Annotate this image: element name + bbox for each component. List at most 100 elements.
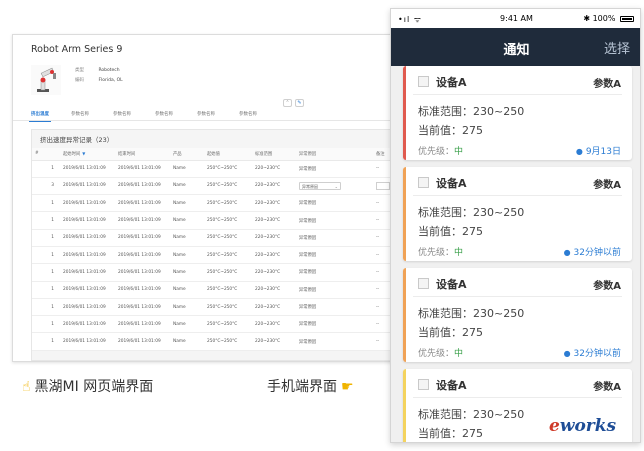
battery-percent: 100% bbox=[592, 14, 616, 23]
tab-param-2[interactable]: 参数名称 bbox=[113, 111, 131, 117]
cell-index: 1 bbox=[32, 246, 60, 265]
tab-param-5[interactable]: 参数名称 bbox=[239, 111, 257, 117]
notification-time: ● 32分钟以前 bbox=[564, 346, 621, 359]
dot-icon: ● bbox=[563, 248, 571, 257]
caption-mobile: 手机端界面 ☛ bbox=[267, 376, 354, 396]
cell-index: 3 bbox=[32, 177, 60, 196]
collapse-chevron-icon[interactable]: ⌃ bbox=[283, 99, 292, 107]
current-value: 当前值：275 bbox=[418, 427, 483, 440]
cell-end-time: 2019/6/01 13:01:09 bbox=[115, 246, 170, 265]
cell-index: 1 bbox=[32, 315, 60, 334]
tab-param-1[interactable]: 参数名称 bbox=[71, 111, 89, 117]
select-checkbox[interactable] bbox=[418, 278, 429, 289]
records-panel: 挤出速度异常记录（23） # 起始时间 ▼ 结束时间 产品 起始值 标准范围 异常… bbox=[31, 129, 394, 361]
cell-initial-value: 250°C~250°C bbox=[204, 315, 252, 334]
pin-icon[interactable]: ✎ bbox=[295, 99, 304, 107]
divider bbox=[413, 296, 622, 297]
cell-index: 1 bbox=[32, 332, 60, 351]
caption-web-text: 黑湖MI 网页端界面 bbox=[34, 379, 154, 395]
notification-card[interactable]: 设备A 参数A 标准范围：230~250 当前值：275 优先级：中 ● 9月13日 bbox=[403, 66, 632, 160]
table-row[interactable]: 1 2019/6/01 13:01:09 2019/6/01 13:01:09 Nam… bbox=[32, 246, 394, 265]
current-value: 当前值：275 bbox=[418, 124, 483, 137]
notification-time-text: 9月13日 bbox=[585, 147, 621, 157]
tab-extrusion-temp[interactable]: 挤出温度 bbox=[29, 111, 51, 122]
table-row[interactable]: 1 2019/6/01 13:01:09 2019/6/01 13:01:09 Nam… bbox=[32, 194, 394, 213]
cell-start-time: 2019/6/01 13:01:09 bbox=[60, 246, 115, 265]
select-button[interactable]: 选择 bbox=[604, 38, 630, 57]
cell-reason: 异常原因 ⌄ bbox=[296, 177, 373, 196]
cell-end-time: 2019/6/01 13:01:09 bbox=[115, 211, 170, 230]
cell-reason: 异常原因 bbox=[296, 263, 373, 282]
table-row[interactable]: 1 2019/6/01 13:01:09 2019/6/01 13:01:09 Nam… bbox=[32, 315, 394, 334]
cell-standard-range: 220~230°C bbox=[252, 194, 296, 213]
note-input[interactable] bbox=[376, 181, 390, 190]
cell-start-time: 2019/6/01 13:01:09 bbox=[60, 194, 115, 213]
cell-end-time: 2019/6/01 13:01:09 bbox=[115, 177, 170, 196]
priority: 优先级：中 bbox=[418, 245, 463, 258]
cell-start-time: 2019/6/01 13:01:09 bbox=[60, 160, 115, 178]
cell-product: Name bbox=[170, 194, 204, 213]
meta-code-label: 编码 bbox=[75, 78, 84, 83]
notification-card[interactable]: 设备A 参数A 标准范围：230~250 当前值：275 优先级：中 ● 32分钟以前 bbox=[403, 167, 632, 261]
cell-reason: 异常原因 bbox=[296, 332, 373, 351]
table-row[interactable]: 1 2019/6/01 13:01:09 2019/6/01 13:01:09 Nam… bbox=[32, 298, 394, 317]
cell-start-time: 2019/6/01 13:01:09 bbox=[60, 263, 115, 282]
tab-param-4[interactable]: 参数名称 bbox=[197, 111, 215, 117]
cell-start-time: 2019/6/01 13:01:09 bbox=[60, 332, 115, 351]
cell-reason: 异常原因 bbox=[296, 315, 373, 334]
cell-reason: 异常原因 bbox=[296, 281, 373, 299]
pointing-hand-right-icon: ☛ bbox=[341, 379, 354, 395]
divider bbox=[413, 397, 622, 398]
cell-initial-value: 250°C~250°C bbox=[204, 263, 252, 282]
cell-index: 1 bbox=[32, 160, 60, 178]
table-row[interactable]: 1 2019/6/01 13:01:09 2019/6/01 13:01:09 Nam… bbox=[32, 160, 394, 178]
priority-accent-bar bbox=[403, 369, 406, 442]
meta-code: 编码 Florida, OL bbox=[75, 77, 123, 83]
table-header-row: # 起始时间 ▼ 结束时间 产品 起始值 标准范围 异常原因 备注 bbox=[32, 148, 394, 161]
current-value: 当前值：275 bbox=[418, 225, 483, 238]
table-row[interactable]: 1 2019/6/01 13:01:09 2019/6/01 13:01:09 Nam… bbox=[32, 263, 394, 282]
select-checkbox[interactable] bbox=[418, 76, 429, 87]
cell-standard-range: 220~230°C bbox=[252, 211, 296, 230]
notification-card[interactable]: 设备A 参数A 标准范围：230~250 当前值：275 优先级：中 ● 32分钟以前 bbox=[403, 268, 632, 362]
cell-initial-value: 250°C~250°C bbox=[204, 332, 252, 351]
table-row[interactable]: 3 2019/6/01 13:01:09 2019/6/01 13:01:09 Nam… bbox=[32, 177, 394, 196]
cell-initial-value: 250°C~250°C bbox=[204, 177, 252, 196]
table-row[interactable]: 1 2019/6/01 13:01:09 2019/6/01 13:01:09 Nam… bbox=[32, 281, 394, 299]
canvas: Robot Arm Series 9 类型 Robotech 编码 Florid… bbox=[0, 0, 644, 451]
cell-reason: 异常原因 bbox=[296, 246, 373, 265]
page-title: Robot Arm Series 9 bbox=[31, 44, 123, 55]
device-name: 设备A bbox=[436, 177, 467, 190]
reason-select[interactable]: 异常原因 ⌄ bbox=[299, 181, 341, 190]
caption-mobile-text: 手机端界面 bbox=[267, 379, 337, 395]
records-table: # 起始时间 ▼ 结束时间 产品 起始值 标准范围 异常原因 备注 1 2019/6… bbox=[32, 148, 394, 351]
cell-reason: 异常原因 bbox=[296, 194, 373, 213]
cell-standard-range: 220~230°C bbox=[252, 281, 296, 299]
table-row[interactable]: 1 2019/6/01 13:01:09 2019/6/01 13:01:09 Nam… bbox=[32, 211, 394, 230]
col-start-time-label: 起始时间 bbox=[63, 151, 81, 157]
notification-time-text: 32分钟以前 bbox=[573, 248, 621, 258]
cell-product: Name bbox=[170, 281, 204, 299]
priority-level: 中 bbox=[454, 349, 464, 359]
select-checkbox[interactable] bbox=[418, 177, 429, 188]
cell-initial-value: 250°C~250°C bbox=[204, 298, 252, 317]
divider bbox=[413, 94, 622, 95]
nav-bar: 通知 选择 bbox=[391, 28, 640, 66]
cell-product: Name bbox=[170, 332, 204, 351]
cell-initial-value: 250°C~250°C bbox=[204, 281, 252, 299]
current-value: 当前值：275 bbox=[418, 326, 483, 339]
cell-end-time: 2019/6/01 13:01:09 bbox=[115, 281, 170, 299]
filter-icon[interactable]: ▼ bbox=[82, 151, 85, 156]
col-index: # bbox=[32, 148, 60, 161]
tab-param-3[interactable]: 参数名称 bbox=[155, 111, 173, 117]
cell-index: 1 bbox=[32, 229, 60, 247]
param-name: 参数A bbox=[593, 281, 621, 292]
cell-standard-range: 220~230°C bbox=[252, 332, 296, 351]
col-start-time[interactable]: 起始时间 ▼ bbox=[60, 148, 115, 161]
cell-initial-value: 250°C~250°C bbox=[204, 229, 252, 247]
caption-web: ☝ 黑湖MI 网页端界面 bbox=[22, 376, 153, 396]
table-row[interactable]: 1 2019/6/01 13:01:09 2019/6/01 13:01:09 Nam… bbox=[32, 332, 394, 351]
table-row[interactable]: 1 2019/6/01 13:01:09 2019/6/01 13:01:09 Nam… bbox=[32, 229, 394, 247]
notification-time-text: 32分钟以前 bbox=[573, 349, 621, 359]
select-checkbox[interactable] bbox=[418, 379, 429, 390]
